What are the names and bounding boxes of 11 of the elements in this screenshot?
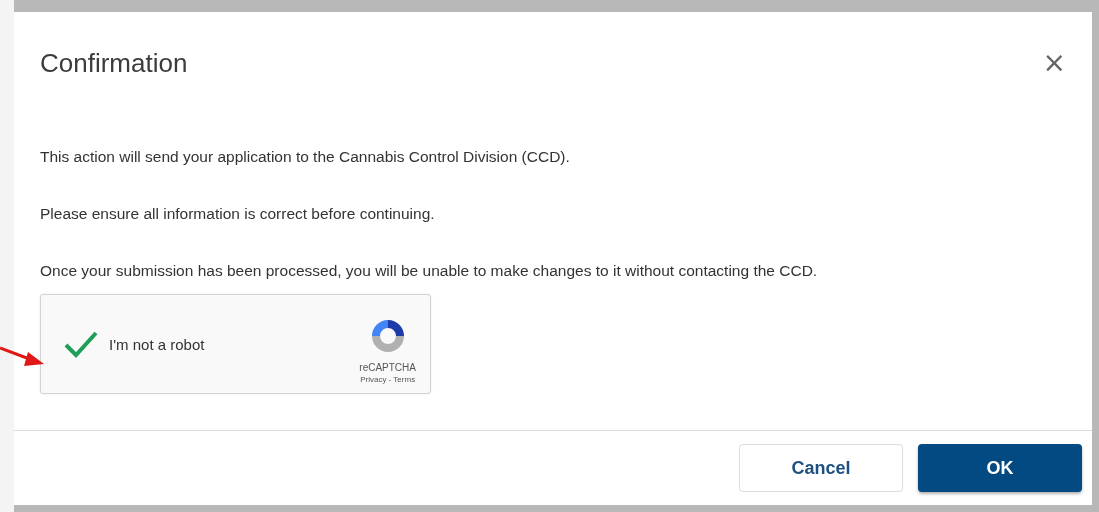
checkmark-icon[interactable] [63,330,99,358]
cancel-button[interactable]: Cancel [739,444,903,492]
ok-button[interactable]: OK [918,444,1082,492]
captcha-label: I'm not a robot [109,335,206,353]
captcha-brand: reCAPTCHA [359,362,416,373]
message-text: Please ensure all information is correct before continuing. [40,205,436,222]
dialog-title: Confirmation [40,47,188,79]
message-text: Once your submission has been processed, you will be unable to make changes to it without contacting the CCD. [40,262,819,279]
close-button[interactable]: × [1038,49,1070,77]
captcha-links[interactable]: Privacy - Terms [360,375,416,384]
message-text: This action will send your application to the Cannabis Control Division (CCD). [40,148,571,165]
